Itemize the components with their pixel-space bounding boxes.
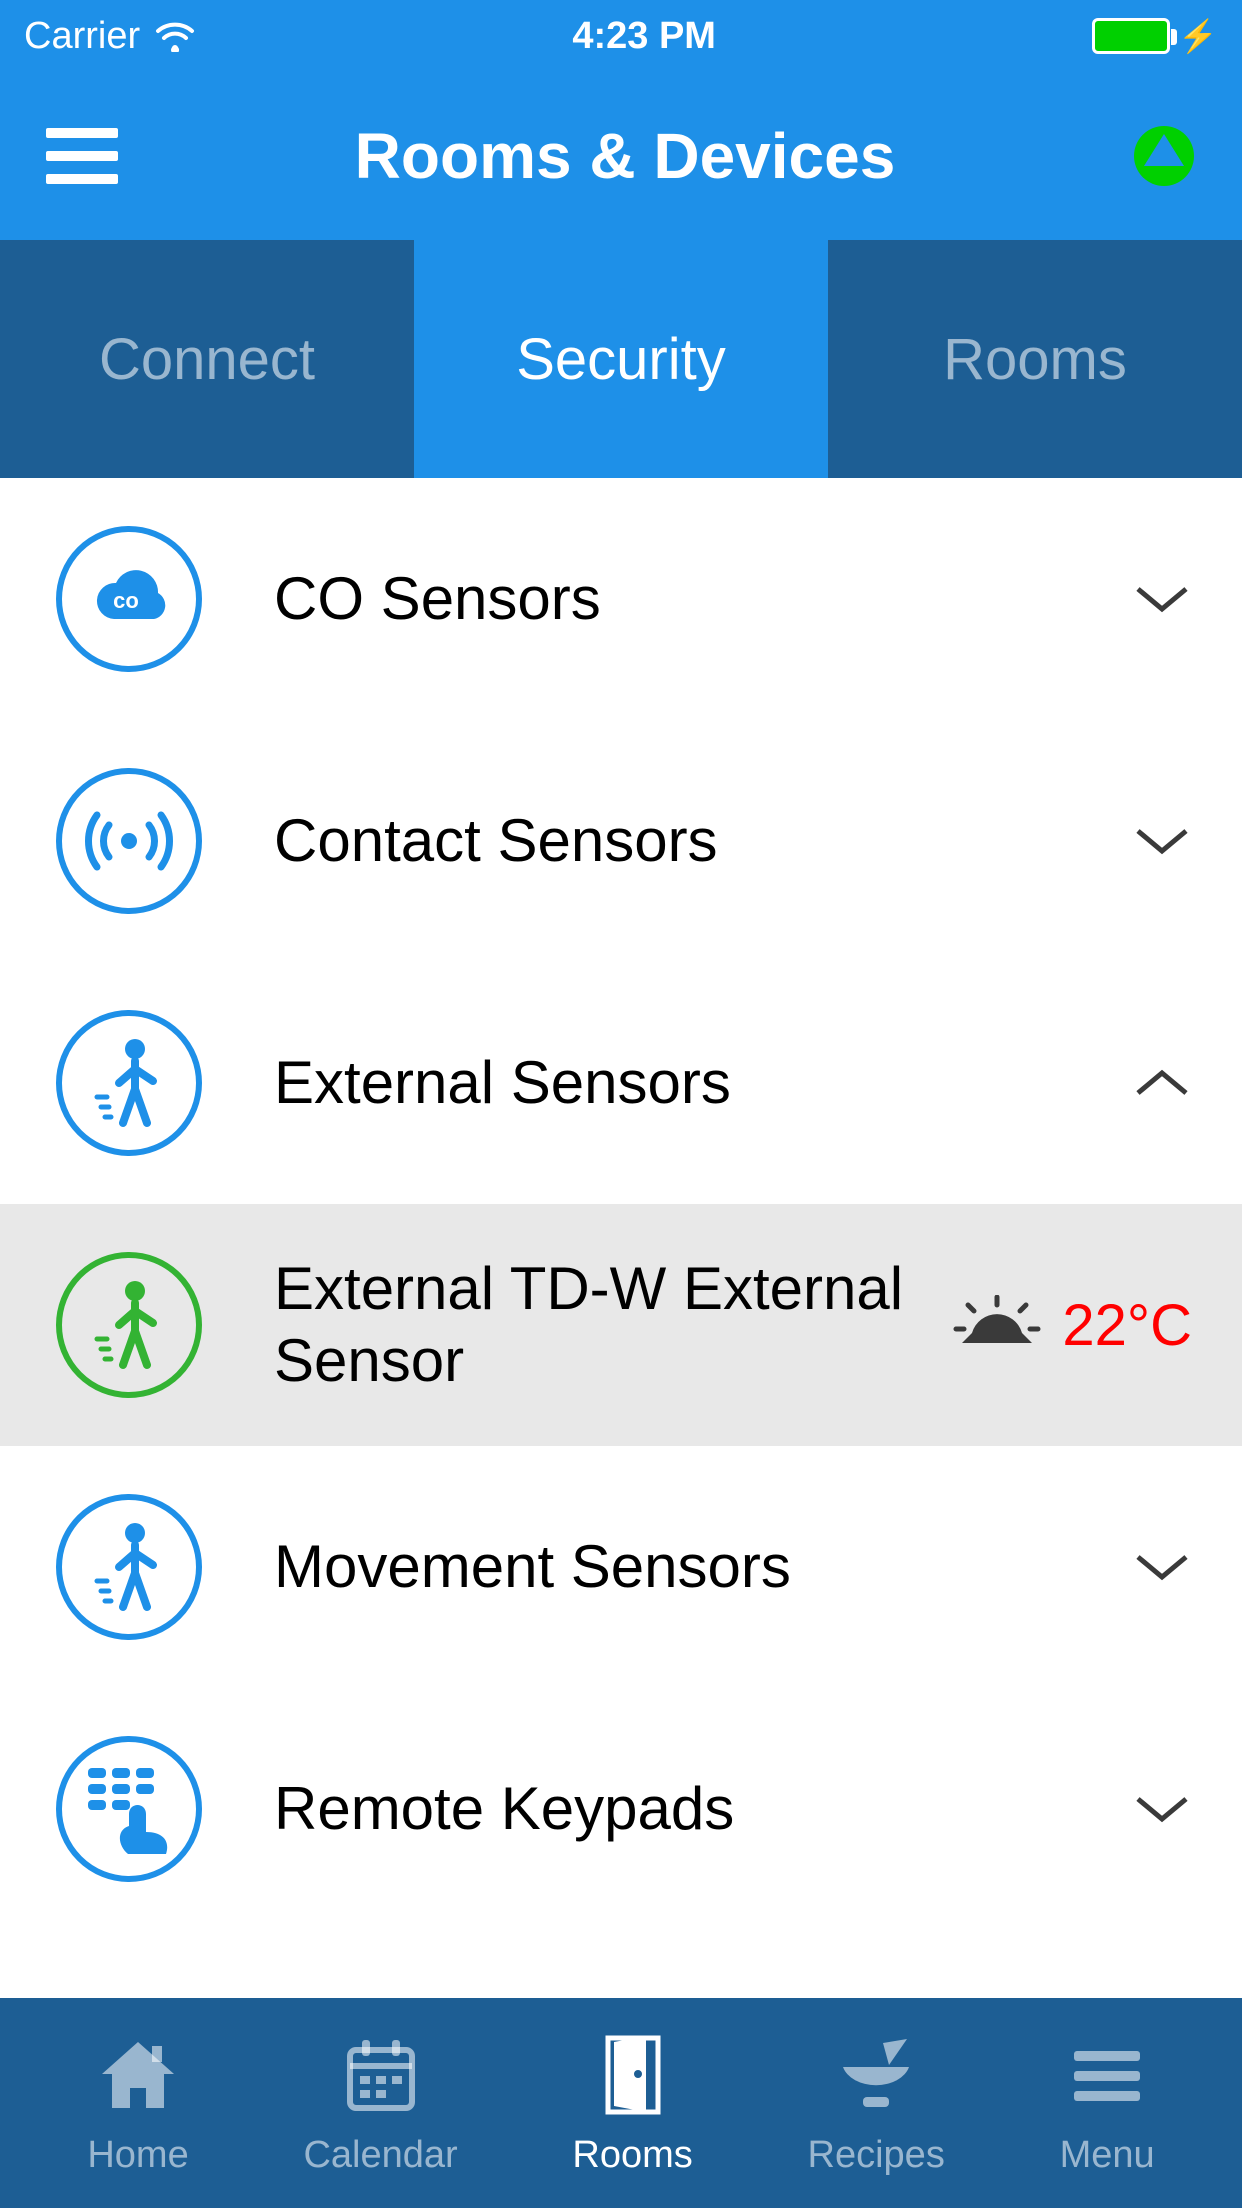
device-list: co CO Sensors Contact Sensors External S… (0, 478, 1242, 1998)
motion-person-icon (56, 1010, 202, 1156)
charging-icon: ⚡ (1178, 17, 1218, 55)
nav-home[interactable]: Home (87, 2030, 188, 2177)
motion-person-icon (56, 1494, 202, 1640)
chevron-down-icon (1132, 1537, 1192, 1597)
carrier-label: Carrier (24, 15, 140, 58)
tab-rooms[interactable]: Rooms (828, 240, 1242, 478)
page-title: Rooms & Devices (355, 119, 896, 193)
app-logo-icon[interactable] (1132, 124, 1196, 188)
co-cloud-icon: co (56, 526, 202, 672)
row-label: Contact Sensors (274, 805, 1132, 877)
nav-calendar[interactable]: Calendar (303, 2030, 457, 2177)
motion-person-icon (56, 1252, 202, 1398)
status-right: ⚡ (1092, 17, 1218, 55)
list-row-contact-sensors[interactable]: Contact Sensors (0, 720, 1242, 962)
list-row-remote-keypads[interactable]: Remote Keypads (0, 1688, 1242, 1930)
keypad-touch-icon (56, 1736, 202, 1882)
row-label: External TD-W External Sensor (274, 1253, 952, 1397)
chevron-down-icon (1132, 1779, 1192, 1839)
nav-label: Home (87, 2134, 188, 2177)
list-row-external-sensors[interactable]: External Sensors (0, 962, 1242, 1204)
bottom-nav: Home Calendar Rooms Recipes Menu (0, 1998, 1242, 2208)
list-row-external-td-w[interactable]: External TD-W External Sensor 22°C (0, 1204, 1242, 1446)
menu-lines-icon (1062, 2030, 1152, 2120)
nav-recipes[interactable]: Recipes (808, 2030, 945, 2177)
row-label: External Sensors (274, 1047, 1132, 1119)
nav-label: Calendar (303, 2134, 457, 2177)
row-label: Movement Sensors (274, 1531, 1132, 1603)
nav-menu[interactable]: Menu (1060, 2030, 1155, 2177)
chevron-up-icon (1132, 1053, 1192, 1113)
tab-bar: Connect Security Rooms (0, 240, 1242, 478)
wifi-icon (154, 20, 196, 52)
home-icon (93, 2030, 183, 2120)
svg-text:co: co (113, 588, 139, 613)
weather-icon (952, 1295, 1042, 1355)
nav-label: Rooms (572, 2134, 692, 2177)
list-row-movement-sensors[interactable]: Movement Sensors (0, 1446, 1242, 1688)
nav-rooms[interactable]: Rooms (572, 2030, 692, 2177)
tab-security[interactable]: Security (414, 240, 828, 478)
mortar-icon (831, 2030, 921, 2120)
status-left: Carrier (24, 15, 196, 58)
list-row-co-sensors[interactable]: co CO Sensors (0, 478, 1242, 720)
door-icon (588, 2030, 678, 2120)
row-label: Remote Keypads (274, 1773, 1132, 1845)
app-header: Rooms & Devices (0, 72, 1242, 240)
battery-icon (1092, 18, 1170, 54)
chevron-down-icon (1132, 569, 1192, 629)
nav-label: Recipes (808, 2134, 945, 2177)
contact-radio-icon (56, 768, 202, 914)
row-label: CO Sensors (274, 563, 1132, 635)
tab-connect[interactable]: Connect (0, 240, 414, 478)
calendar-icon (336, 2030, 426, 2120)
status-time: 4:23 PM (572, 15, 716, 58)
status-bar: Carrier 4:23 PM ⚡ (0, 0, 1242, 72)
menu-icon[interactable] (46, 128, 118, 184)
temperature-value: 22°C (1062, 1292, 1192, 1359)
chevron-down-icon (1132, 811, 1192, 871)
nav-label: Menu (1060, 2134, 1155, 2177)
